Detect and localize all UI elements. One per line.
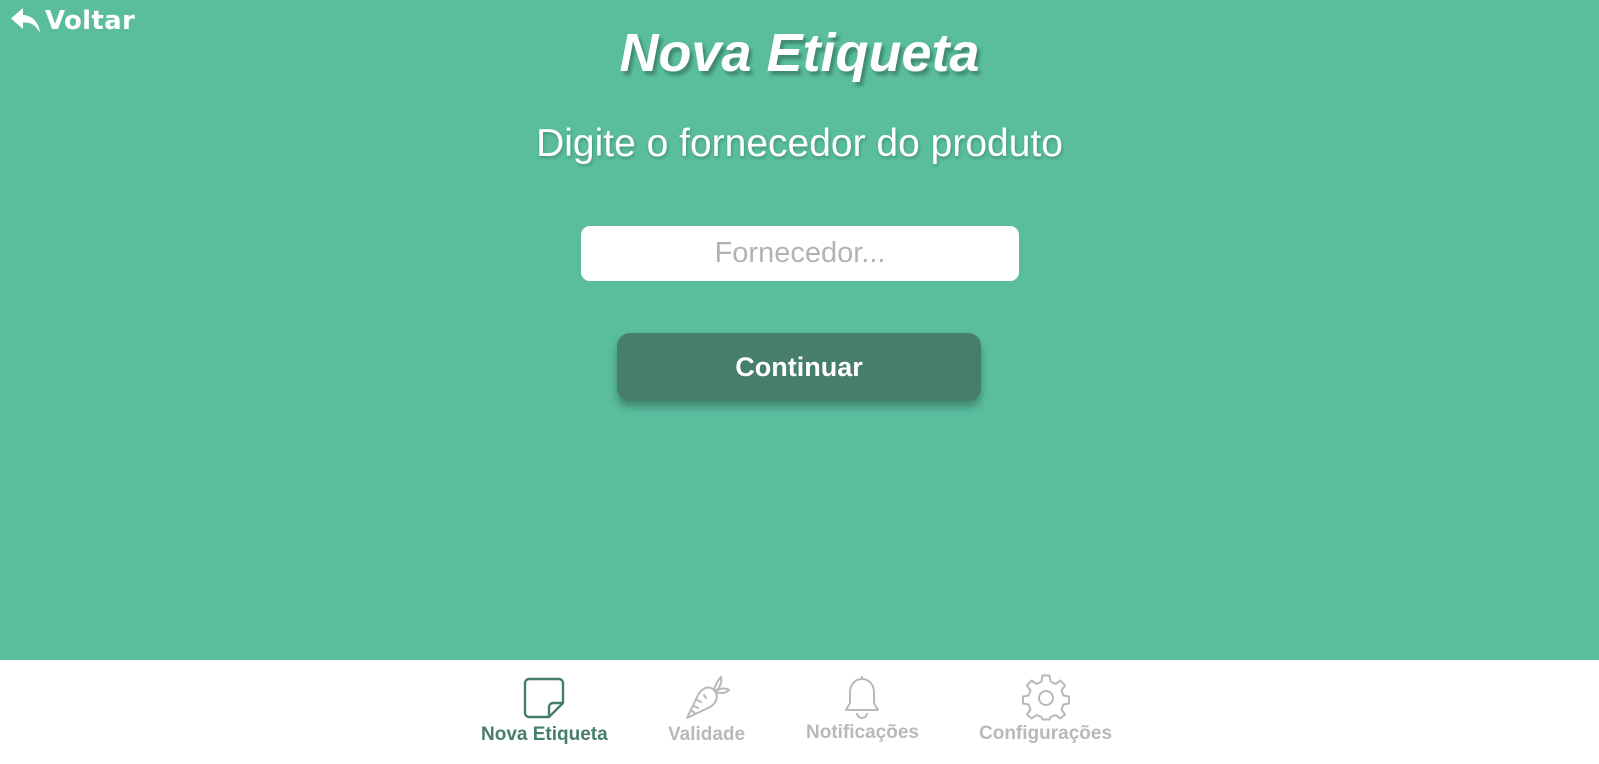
sticky-note-icon xyxy=(523,660,565,719)
bottom-tab-bar: Nova Etiqueta Validade Notificações Conf… xyxy=(0,660,1599,764)
gear-icon xyxy=(1021,660,1070,722)
tab-label: Nova Etiqueta xyxy=(481,724,608,745)
carrot-icon xyxy=(683,660,731,722)
supplier-prompt: Digite o fornecedor do produto xyxy=(536,122,1063,165)
tab-nova-etiqueta[interactable]: Nova Etiqueta xyxy=(481,660,608,746)
main-panel: Voltar Nova Etiqueta Digite o fornecedor… xyxy=(0,0,1599,660)
tab-label: Configurações xyxy=(979,723,1113,744)
continue-button[interactable]: Continuar xyxy=(617,333,981,401)
bell-icon xyxy=(843,660,881,720)
tab-label: Validade xyxy=(668,724,746,745)
tab-notificacoes[interactable]: Notificações xyxy=(806,660,919,744)
app-root: Voltar Nova Etiqueta Digite o fornecedor… xyxy=(0,0,1599,764)
tab-validade[interactable]: Validade xyxy=(668,660,745,746)
page-title: Nova Etiqueta xyxy=(619,23,980,83)
tab-configuracoes[interactable]: Configurações xyxy=(979,660,1112,745)
supplier-input[interactable] xyxy=(581,226,1019,281)
tab-label: Notificações xyxy=(806,722,919,743)
